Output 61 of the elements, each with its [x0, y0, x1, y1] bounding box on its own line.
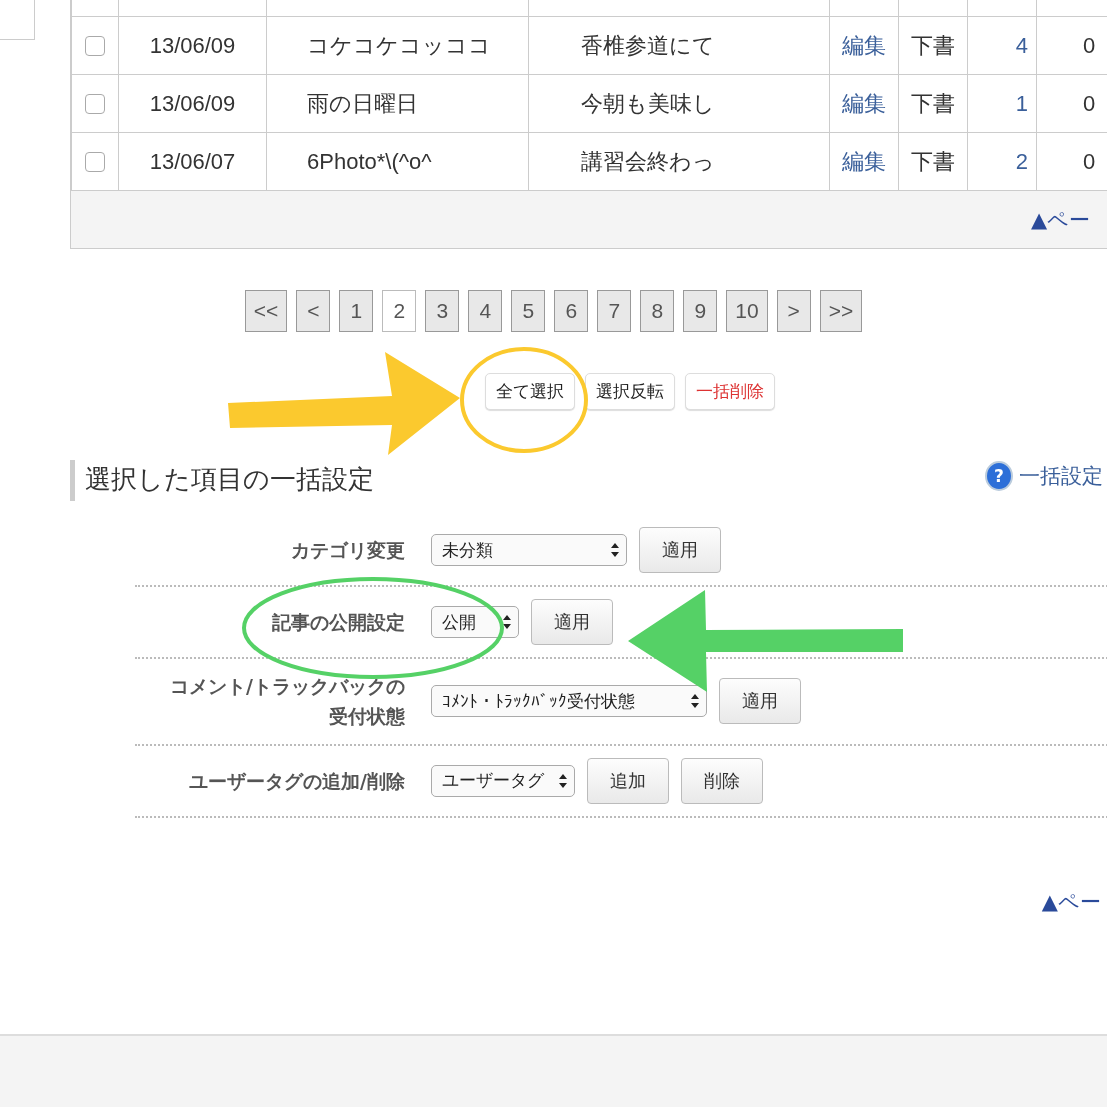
page-button[interactable]: 4: [468, 290, 503, 332]
setting-label: ユーザータグの追加/削除: [188, 768, 405, 794]
count-link[interactable]: 1: [1015, 90, 1028, 116]
count-cell: 0: [1083, 90, 1096, 116]
excerpt-cell: 今朝も美味し: [581, 90, 715, 116]
count-link[interactable]: 2: [1015, 148, 1028, 174]
page-button[interactable]: >>: [819, 290, 863, 332]
updown-icon: [502, 614, 512, 630]
delete-button[interactable]: 一括削除: [685, 373, 775, 410]
page-button[interactable]: 7: [597, 290, 632, 332]
title-cell: 雨の日曜日: [307, 90, 418, 116]
page-button[interactable]: 6: [554, 290, 589, 332]
excerpt-cell: 香椎参道にて: [581, 32, 715, 58]
apply-button[interactable]: 適用: [719, 678, 801, 725]
setting-label: コメント/トラックバックの受付状態: [169, 674, 405, 730]
page-button[interactable]: >: [776, 290, 811, 332]
apply-button[interactable]: 削除: [681, 757, 763, 804]
count-cell: 0: [1083, 32, 1096, 58]
status-cell: 下書: [911, 90, 955, 116]
date-cell: 13/06/09: [149, 32, 236, 58]
page-button[interactable]: 1: [339, 290, 374, 332]
dropdown[interactable]: ｺﾒﾝﾄ・ﾄﾗｯｸﾊﾞｯｸ受付状態: [431, 685, 707, 718]
setting-label: カテゴリ変更: [290, 537, 405, 563]
section-heading: 選択した項目の一括設定: [70, 460, 374, 501]
dropdown[interactable]: ユーザータグ: [431, 764, 575, 797]
page-button[interactable]: 5: [511, 290, 546, 332]
select-action-button[interactable]: 選択反転: [585, 373, 675, 410]
count-cell: 0: [1083, 148, 1096, 174]
status-cell: 下書: [911, 148, 955, 174]
apply-button[interactable]: 適用: [531, 599, 613, 645]
page-button[interactable]: 8: [640, 290, 675, 332]
page-button[interactable]: 2: [382, 290, 417, 332]
help-icon[interactable]: ?: [985, 460, 1013, 491]
setting-label: 記事の公開設定: [271, 609, 405, 635]
apply-button[interactable]: 適用: [639, 527, 721, 573]
dropdown[interactable]: 公開: [431, 606, 519, 638]
date-cell: 13/06/09: [149, 90, 236, 116]
updown-icon: [558, 772, 568, 789]
page-button[interactable]: <<: [244, 290, 288, 332]
page-button[interactable]: 10: [726, 290, 768, 332]
page-button[interactable]: <: [296, 290, 331, 332]
apply-button[interactable]: 追加: [587, 757, 669, 804]
date-cell: 13/06/07: [149, 148, 236, 174]
row-checkbox[interactable]: [85, 93, 105, 114]
page-top-link[interactable]: ▲ペー: [1041, 887, 1101, 916]
updown-icon: [610, 542, 620, 558]
page-button[interactable]: 3: [425, 290, 460, 332]
updown-icon: [690, 693, 700, 710]
page-top-link[interactable]: ▲ペー: [1031, 205, 1091, 234]
title-cell: コケコケコッココ: [307, 32, 491, 58]
page-button[interactable]: 9: [683, 290, 718, 332]
dropdown[interactable]: 未分類: [431, 534, 627, 566]
title-cell: 6Photo*\(^o^: [307, 148, 432, 174]
row-checkbox[interactable]: [85, 35, 105, 56]
select-action-button[interactable]: 全て選択: [485, 373, 575, 410]
status-cell: 下書: [911, 32, 955, 58]
panel-background: [0, 0, 35, 40]
help-link[interactable]: 一括設定: [1019, 461, 1103, 490]
row-checkbox[interactable]: [85, 151, 105, 172]
count-link[interactable]: 4: [1015, 32, 1028, 58]
excerpt-cell: 講習会終わっ: [581, 148, 715, 174]
